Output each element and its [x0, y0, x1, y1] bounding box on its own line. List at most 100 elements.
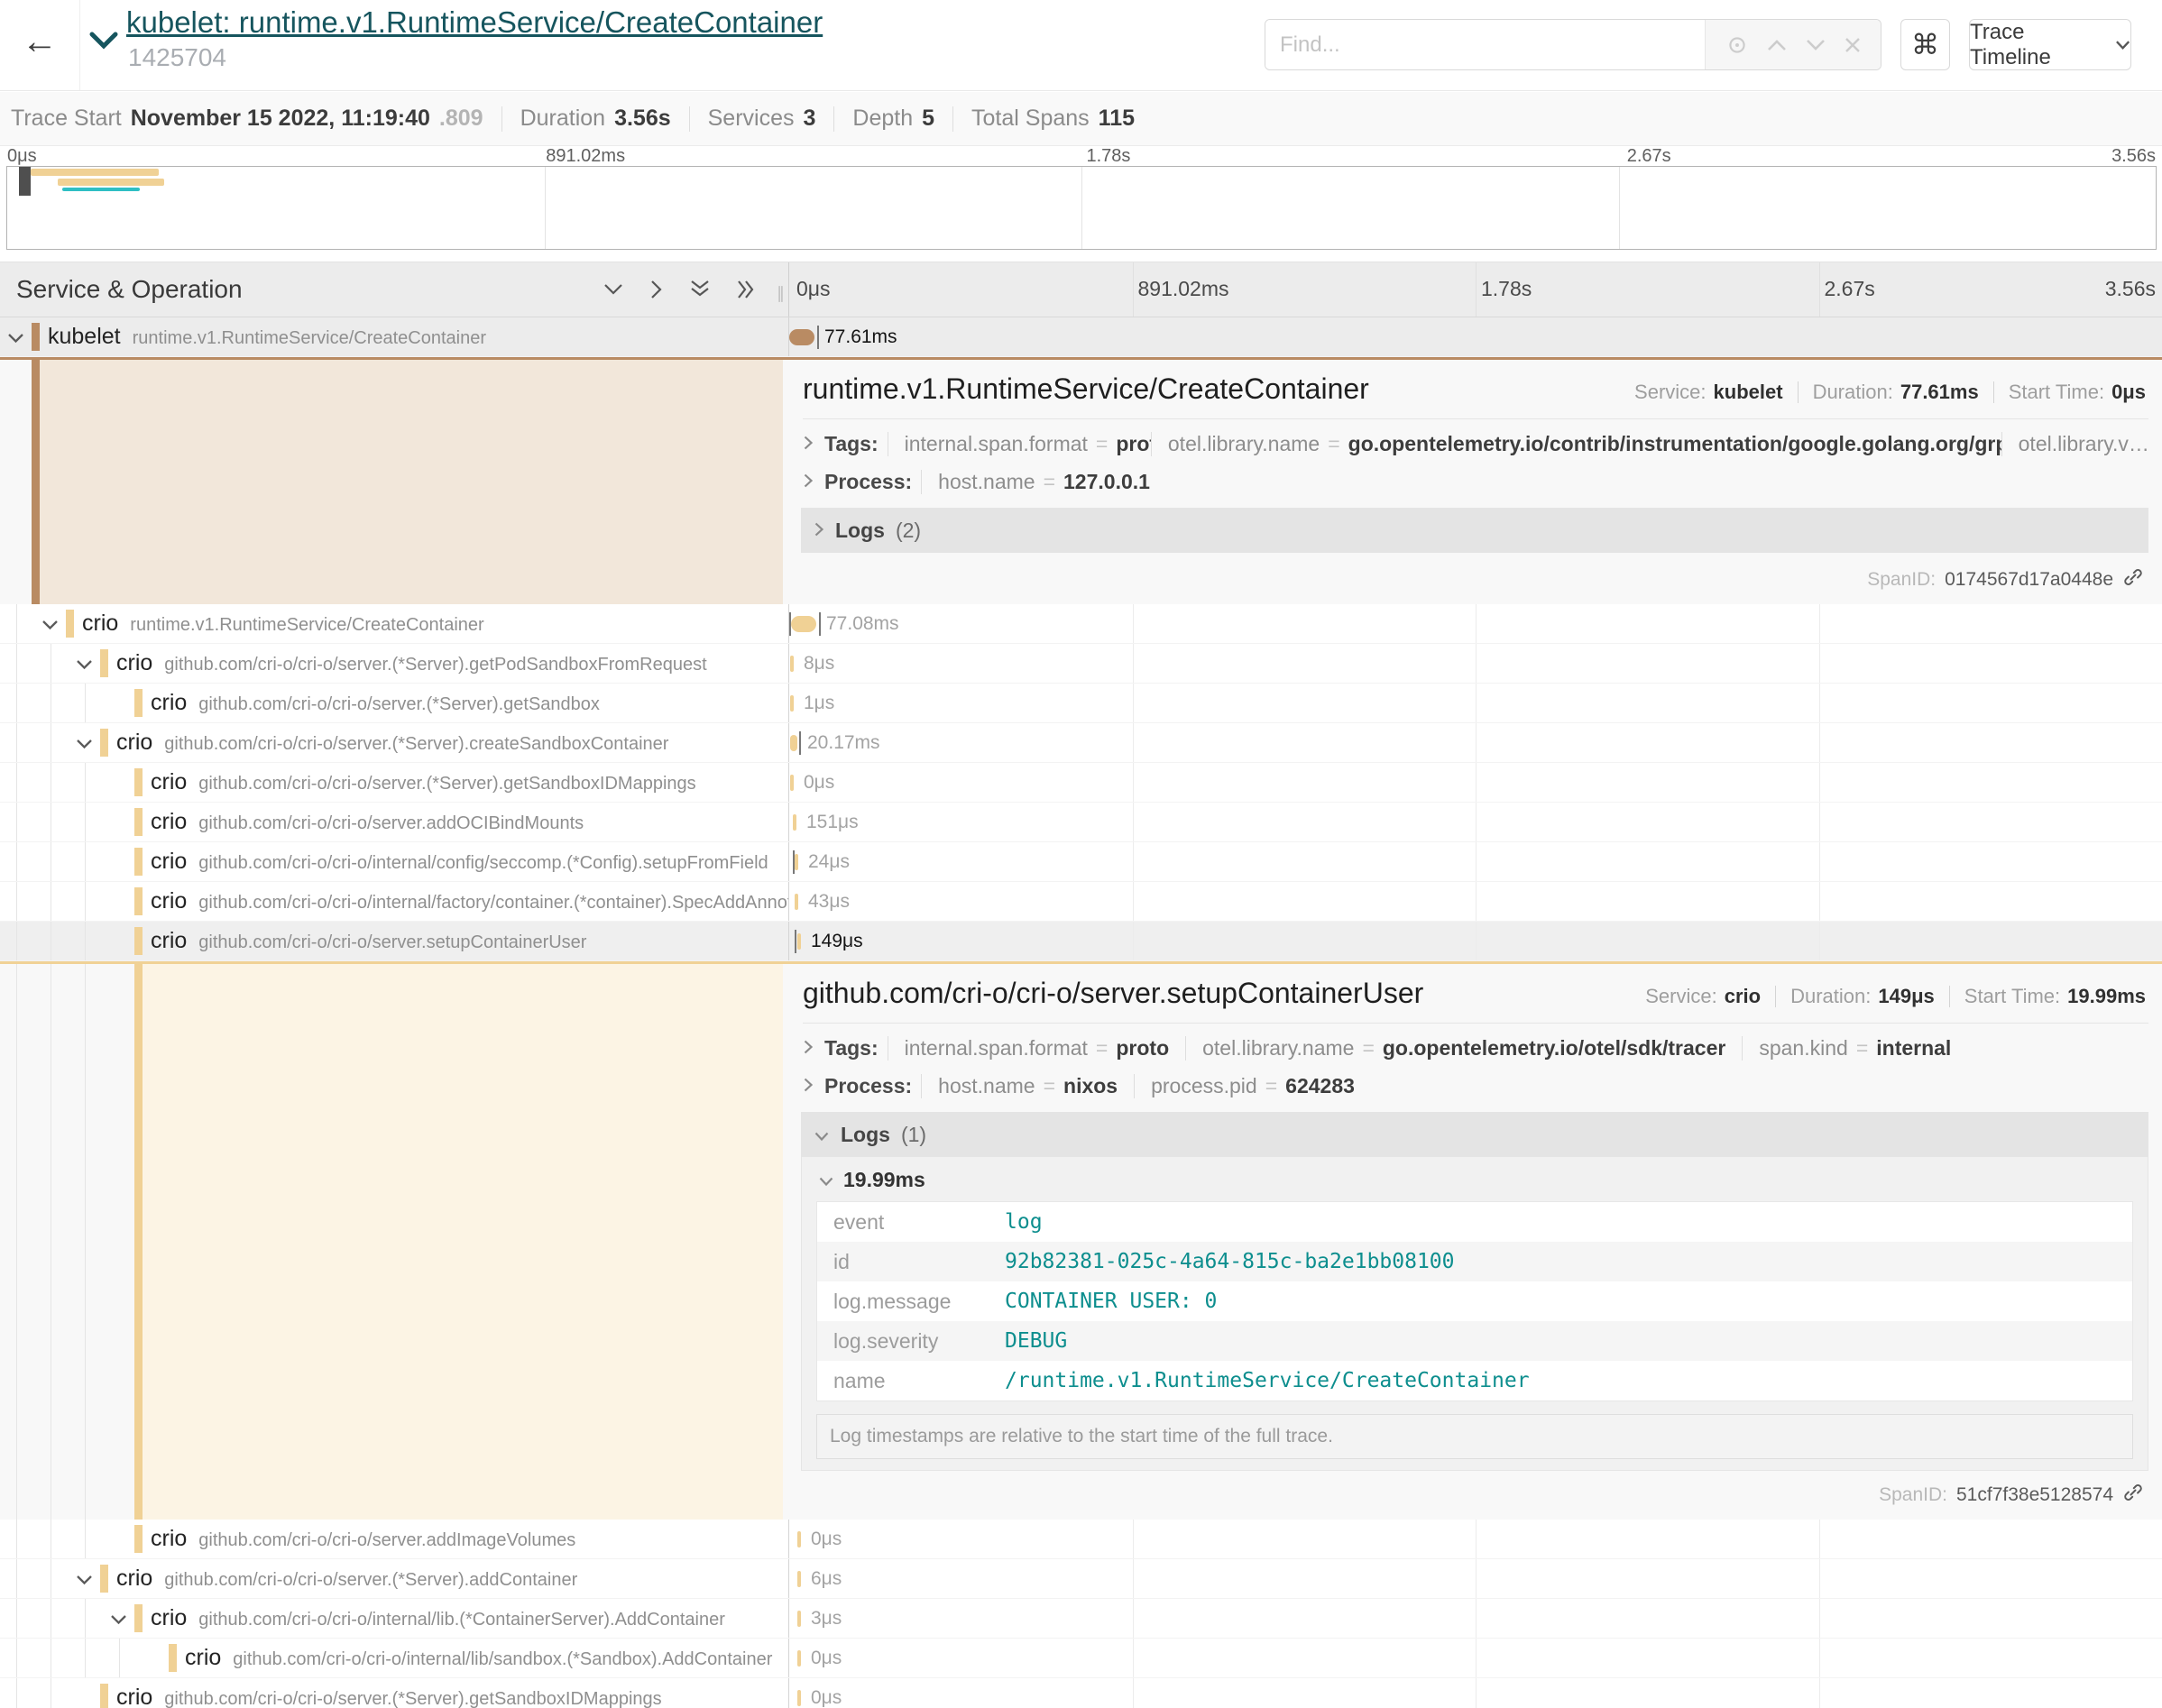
expand-one-chevron-right-icon[interactable]	[649, 279, 664, 305]
span-row[interactable]: criogithub.com/cri-o/cri-o/server.addIma…	[0, 1520, 2162, 1559]
clear-find-icon[interactable]	[1844, 36, 1862, 54]
find-input[interactable]	[1265, 20, 1705, 69]
span-row[interactable]: criogithub.com/cri-o/cri-o/server.(*Serv…	[0, 1559, 2162, 1599]
span-row-name-column[interactable]: criogithub.com/cri-o/cri-o/server.addOCI…	[0, 803, 789, 841]
span-row-timeline[interactable]: 0μs	[789, 1520, 2162, 1558]
span-row-name-column[interactable]: criogithub.com/cri-o/cri-o/server.addIma…	[0, 1520, 789, 1558]
span-row[interactable]: criogithub.com/cri-o/cri-o/server.(*Serv…	[0, 644, 2162, 684]
span-row[interactable]: criogithub.com/cri-o/cri-o/internal/conf…	[0, 842, 2162, 882]
log-field-value[interactable]: DEBUG	[1005, 1329, 1067, 1353]
minimap-canvas[interactable]	[6, 166, 2157, 250]
span-row-name-column[interactable]: criogithub.com/cri-o/cri-o/server.(*Serv…	[0, 1678, 789, 1708]
span-bar[interactable]	[797, 1650, 801, 1667]
collapse-all-double-chevron-down-icon[interactable]	[689, 279, 711, 305]
span-row-timeline[interactable]: 20.17ms	[789, 723, 2162, 762]
chevron-right-icon[interactable]	[803, 432, 814, 456]
chevron-right-icon[interactable]	[803, 470, 814, 494]
expand-chevron-down-icon[interactable]	[76, 738, 93, 754]
chevron-down-icon[interactable]	[814, 1123, 830, 1147]
log-entry-header[interactable]: 19.99ms	[816, 1157, 2133, 1201]
minimap-scrubber-handle[interactable]	[19, 167, 31, 196]
prev-result-chevron-up-icon[interactable]	[1766, 38, 1788, 52]
span-bar[interactable]	[790, 656, 794, 672]
span-bar[interactable]	[790, 735, 797, 751]
span-row-name-column[interactable]: criogithub.com/cri-o/cri-o/server.(*Serv…	[0, 644, 789, 683]
span-row-timeline[interactable]: 24μs	[789, 842, 2162, 881]
span-row[interactable]: criogithub.com/cri-o/cri-o/internal/lib.…	[0, 1599, 2162, 1639]
log-field-value[interactable]: /runtime.v1.RuntimeService/CreateContain…	[1005, 1369, 1530, 1392]
span-row-timeline[interactable]: 0μs	[789, 763, 2162, 802]
span-bar[interactable]	[795, 894, 798, 910]
span-row-timeline[interactable]: 149μs	[789, 922, 2162, 960]
span-bar[interactable]	[795, 854, 798, 870]
chevron-right-icon[interactable]	[803, 1074, 814, 1098]
expand-chevron-down-icon[interactable]	[76, 1574, 93, 1590]
span-bar[interactable]	[790, 775, 794, 791]
span-row-timeline[interactable]: 151μs	[789, 803, 2162, 841]
span-row[interactable]: criogithub.com/cri-o/cri-o/internal/fact…	[0, 882, 2162, 922]
keyboard-shortcuts-button[interactable]: ⌘	[1900, 19, 1950, 70]
span-row[interactable]: crioruntime.v1.RuntimeService/CreateCont…	[0, 604, 2162, 644]
logs-accordion[interactable]: Logs(2)	[801, 508, 2148, 553]
next-result-chevron-down-icon[interactable]	[1805, 38, 1826, 52]
span-row[interactable]: criogithub.com/cri-o/cri-o/server.(*Serv…	[0, 763, 2162, 803]
span-row-timeline[interactable]: 0μs	[789, 1639, 2162, 1677]
span-row[interactable]: criogithub.com/cri-o/cri-o/server.setupC…	[0, 922, 2162, 961]
span-row-timeline[interactable]: 6μs	[789, 1559, 2162, 1598]
span-row-name-column[interactable]: criogithub.com/cri-o/cri-o/internal/conf…	[0, 842, 789, 881]
chevron-right-icon[interactable]	[803, 1036, 814, 1061]
column-resize-grip[interactable]: ∥	[777, 284, 787, 303]
span-row-timeline[interactable]: 43μs	[789, 882, 2162, 921]
expand-chevron-down-icon[interactable]	[110, 1613, 127, 1630]
focus-target-icon[interactable]	[1725, 33, 1749, 57]
span-row-name-column[interactable]: criogithub.com/cri-o/cri-o/server.setupC…	[0, 922, 789, 960]
tags-row[interactable]: Tags:internal.span.format=protootel.libr…	[803, 1034, 2148, 1061]
span-row[interactable]: criogithub.com/cri-o/cri-o/internal/lib/…	[0, 1639, 2162, 1678]
span-row-name-column[interactable]: criogithub.com/cri-o/cri-o/internal/fact…	[0, 882, 789, 921]
span-row-name-column[interactable]: criogithub.com/cri-o/cri-o/server.(*Serv…	[0, 684, 789, 722]
collapse-one-chevron-down-icon[interactable]	[603, 282, 624, 301]
span-row-timeline[interactable]: 77.08ms	[789, 604, 2162, 643]
span-row[interactable]: criogithub.com/cri-o/cri-o/server.(*Serv…	[0, 684, 2162, 723]
span-row[interactable]: criogithub.com/cri-o/cri-o/server.(*Serv…	[0, 723, 2162, 763]
span-row-timeline[interactable]: 1μs	[789, 684, 2162, 722]
span-row-timeline[interactable]: 3μs	[789, 1599, 2162, 1638]
span-bar[interactable]	[797, 933, 801, 950]
span-row-name-column[interactable]: criogithub.com/cri-o/cri-o/server.(*Serv…	[0, 763, 789, 802]
collapse-trace-chevron-down-icon[interactable]	[88, 31, 119, 55]
span-row-timeline[interactable]: 0μs	[789, 1678, 2162, 1708]
span-bar[interactable]	[797, 1690, 801, 1706]
chevron-down-icon[interactable]	[818, 1168, 834, 1192]
span-row-timeline[interactable]: 77.61ms	[789, 317, 2162, 356]
span-row[interactable]: criogithub.com/cri-o/cri-o/server.(*Serv…	[0, 1678, 2162, 1708]
log-field-value[interactable]: CONTAINER USER: 0	[1005, 1290, 1217, 1313]
expand-chevron-down-icon[interactable]	[7, 332, 24, 348]
expand-chevron-down-icon[interactable]	[76, 658, 93, 675]
span-row-timeline[interactable]: 8μs	[789, 644, 2162, 683]
span-row-name-column[interactable]: criogithub.com/cri-o/cri-o/internal/lib.…	[0, 1599, 789, 1638]
span-row[interactable]: kubeletruntime.v1.RuntimeService/CreateC…	[0, 317, 2162, 357]
span-bar[interactable]	[793, 814, 796, 831]
span-row-name-column[interactable]: criogithub.com/cri-o/cri-o/server.(*Serv…	[0, 723, 789, 762]
span-row-name-column[interactable]: crioruntime.v1.RuntimeService/CreateCont…	[0, 604, 789, 643]
span-row-name-column[interactable]: kubeletruntime.v1.RuntimeService/CreateC…	[0, 317, 789, 356]
span-bar[interactable]	[797, 1611, 801, 1627]
span-bar[interactable]	[791, 616, 816, 632]
link-icon[interactable]	[2122, 566, 2144, 593]
span-row-name-column[interactable]: criogithub.com/cri-o/cri-o/server.(*Serv…	[0, 1559, 789, 1598]
back-arrow-icon[interactable]: ←	[14, 16, 65, 67]
trace-title-link[interactable]: kubelet: runtime.v1.RuntimeService/Creat…	[126, 5, 823, 40]
process-row[interactable]: Process:host.name=nixosprocess.pid=62428…	[803, 1072, 2148, 1099]
tags-row[interactable]: Tags:internal.span.format=protootel.libr…	[803, 430, 2148, 457]
chevron-right-icon[interactable]	[814, 519, 824, 543]
process-row[interactable]: Process:host.name=127.0.0.1	[803, 468, 2148, 495]
expand-chevron-down-icon[interactable]	[41, 619, 59, 635]
span-row-name-column[interactable]: criogithub.com/cri-o/cri-o/internal/lib/…	[0, 1639, 789, 1677]
log-field-value[interactable]: 92b82381-025c-4a64-815c-ba2e1bb08100	[1005, 1250, 1455, 1273]
span-bar[interactable]	[789, 329, 814, 345]
expand-all-double-chevron-right-icon[interactable]	[736, 279, 758, 305]
span-bar[interactable]	[790, 695, 794, 712]
span-bar[interactable]	[797, 1571, 801, 1587]
log-field-value[interactable]: log	[1005, 1210, 1043, 1234]
link-icon[interactable]	[2122, 1482, 2144, 1509]
